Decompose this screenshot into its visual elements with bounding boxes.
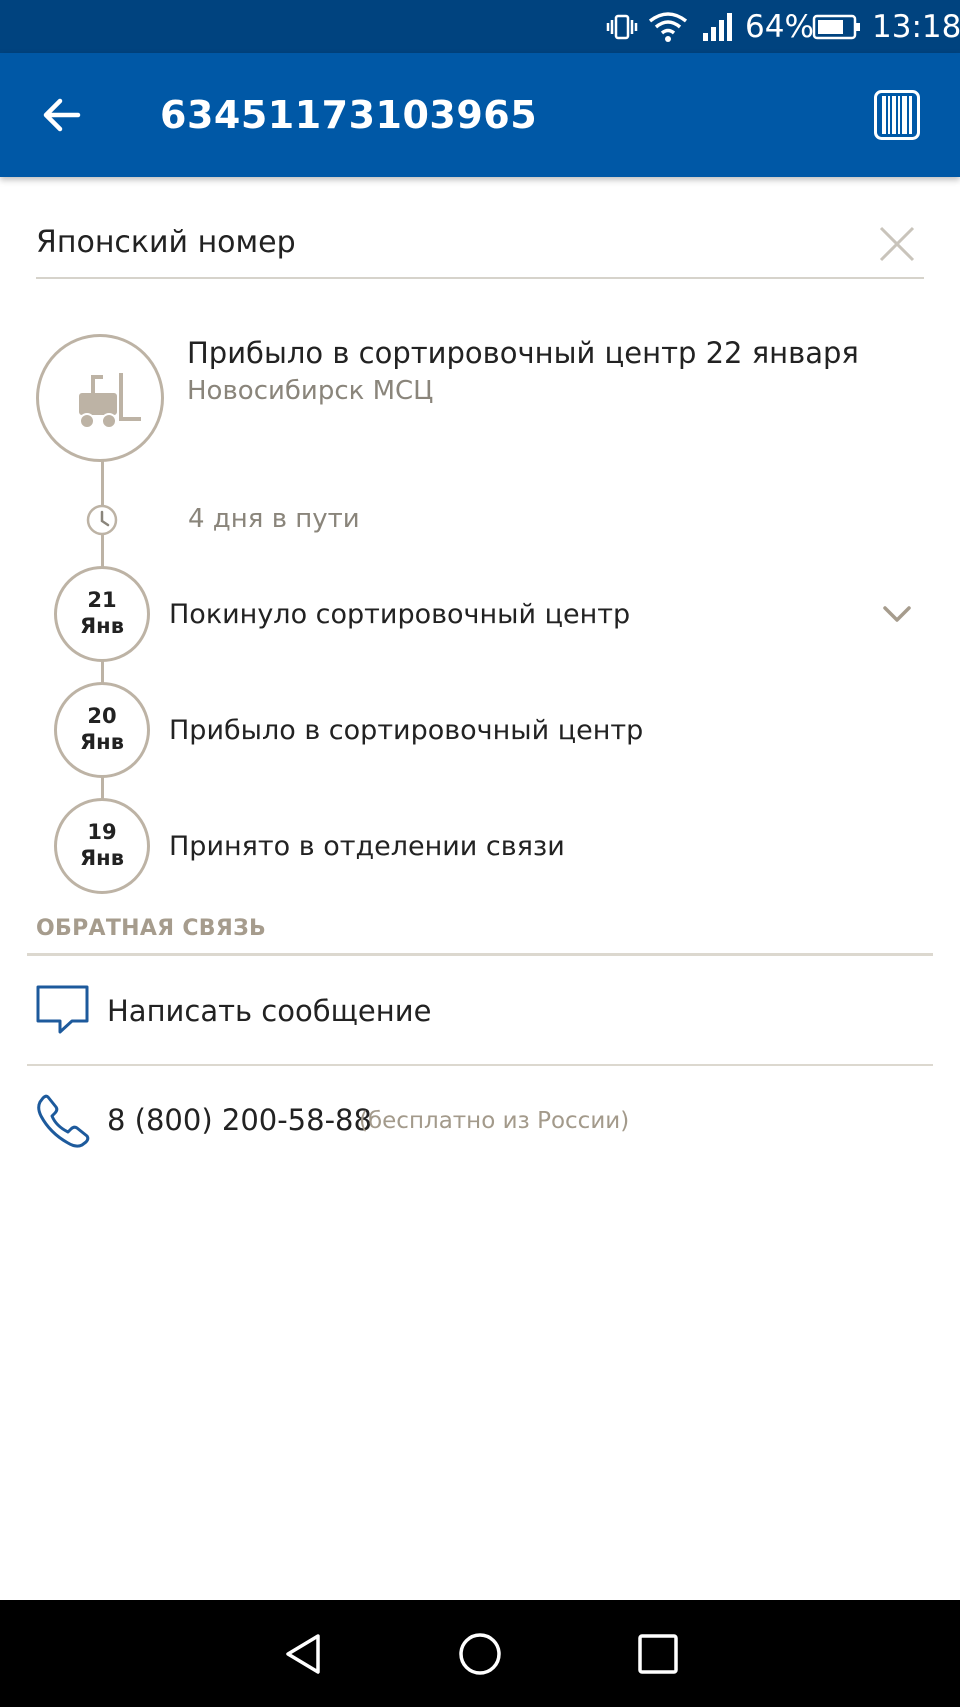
hotline-note: (бесплатно из России) — [359, 1108, 630, 1134]
event-date-badge: 21 Янв — [54, 566, 150, 662]
battery-icon — [812, 0, 862, 53]
forklift-icon — [79, 373, 141, 429]
event-day: 21 — [87, 588, 117, 612]
latest-event-location: Новосибирск МСЦ — [187, 376, 434, 406]
barcode-icon[interactable] — [874, 90, 920, 140]
timeline-line — [101, 776, 104, 800]
chevron-down-icon[interactable] — [882, 602, 912, 626]
signal-icon — [702, 0, 736, 53]
event-month: Янв — [80, 730, 124, 754]
feedback-section-title: ОБРАТНАЯ СВЯЗЬ — [36, 916, 267, 941]
close-icon[interactable] — [878, 225, 916, 263]
event-month: Янв — [80, 846, 124, 870]
tracking-number-title: 63451173103965 — [160, 93, 538, 137]
timeline-line — [101, 660, 104, 684]
parcel-name-field[interactable]: Японский номер — [36, 215, 924, 279]
system-nav-bar — [0, 1600, 960, 1707]
status-time: 13:18 — [872, 8, 960, 45]
transit-duration: 4 дня в пути — [188, 504, 360, 534]
message-icon[interactable] — [36, 985, 90, 1039]
divider — [27, 953, 933, 956]
nav-back-icon[interactable] — [280, 1630, 328, 1678]
clock-icon — [86, 504, 118, 536]
back-arrow-icon[interactable] — [38, 91, 86, 139]
event-month: Янв — [80, 614, 124, 638]
hotline-phone-number[interactable]: 8 (800) 200-58-88 — [107, 1103, 372, 1137]
event-label: Прибыло в сортировочный центр — [169, 715, 644, 746]
event-day: 20 — [87, 704, 117, 728]
timeline-line — [101, 460, 104, 506]
nav-recents-icon[interactable] — [634, 1630, 682, 1678]
latest-event-title: Прибыло в сортировочный центр 22 января — [187, 336, 859, 370]
status-bar: 64% 13:18 — [0, 0, 960, 53]
event-date-badge: 20 Янв — [54, 682, 150, 778]
latest-event-badge — [36, 334, 164, 462]
parcel-name-value: Японский номер — [36, 225, 296, 260]
phone-icon[interactable] — [36, 1094, 90, 1152]
app-bar: 63451173103965 — [0, 53, 960, 177]
vibrate-icon — [606, 0, 638, 53]
event-label: Принято в отделении связи — [169, 831, 565, 862]
event-date-badge: 19 Янв — [54, 798, 150, 894]
nav-home-icon[interactable] — [456, 1630, 504, 1678]
battery-percent: 64% — [745, 8, 814, 45]
event-day: 19 — [87, 820, 117, 844]
event-label[interactable]: Покинуло сортировочный центр — [169, 599, 630, 630]
write-message-link[interactable]: Написать сообщение — [107, 994, 431, 1028]
timeline-line — [101, 534, 104, 568]
divider — [27, 1064, 933, 1066]
wifi-icon — [648, 0, 688, 53]
